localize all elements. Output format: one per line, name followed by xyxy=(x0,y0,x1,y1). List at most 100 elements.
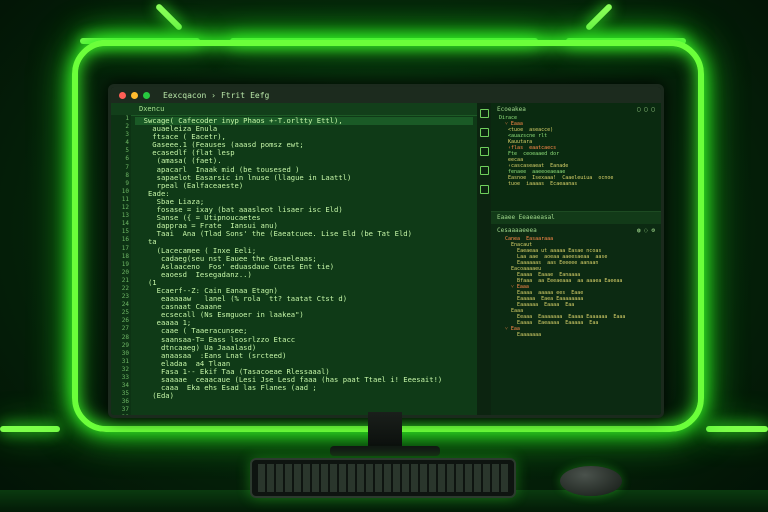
code-line[interactable]: Sbae Liaza; xyxy=(135,198,473,206)
line-number: 28 xyxy=(121,333,129,341)
pane-tools-icon[interactable]: ◍ ◌ ⚙ xyxy=(637,227,655,234)
search-icon[interactable] xyxy=(479,128,489,137)
code-line[interactable]: rpeal (Ealfaceaeste) xyxy=(135,182,473,190)
outline-line: tuoe iaaaas Ecaeaanas xyxy=(499,181,578,187)
monitor-base xyxy=(330,446,440,456)
code-line[interactable]: apacarl Inaak mid (be tousesed ) xyxy=(135,166,473,174)
code-line[interactable]: caae ( Taaeracunsee; xyxy=(135,327,473,335)
terminal-tab[interactable]: Eaaee Eeaeaeasal xyxy=(491,212,661,224)
debug-icon[interactable] xyxy=(479,166,489,175)
monitor-screen: Eexcqacon › Ftrit Eefg Dxencu 1234567891… xyxy=(108,84,664,418)
line-number: 16 xyxy=(121,236,129,244)
window-titlebar: Eexcqacon › Ftrit Eefg xyxy=(111,87,661,103)
line-number: 8 xyxy=(125,171,129,179)
code-line[interactable]: (Lacecamee ( Inxe Eeli; xyxy=(135,247,473,255)
code-line[interactable]: saaaae ceaacaue (Lesi Jse Lesd faaa (has… xyxy=(135,376,473,384)
output-lines: Canea Easaaraaa Enacaut Eaeaeaa ut aaaaa… xyxy=(491,236,661,338)
explorer-icon[interactable] xyxy=(479,109,489,118)
output-pane-header: Cesaaaaeeea ◍ ◌ ⚙ xyxy=(491,224,661,236)
line-number: 2 xyxy=(125,123,129,131)
code-line[interactable]: fosase = ixay (bat aaasleot lisaer isc E… xyxy=(135,206,473,214)
line-number: 31 xyxy=(121,357,129,365)
line-number: 25 xyxy=(121,309,129,317)
line-number: 12 xyxy=(121,204,129,212)
code-line[interactable]: Ecaerf--Z: Cain Eanaa Etagn) xyxy=(135,287,473,295)
title-item-2[interactable]: Ftrit xyxy=(221,91,245,100)
code-line[interactable]: anaasaa :Eans Lnat (srcteed) xyxy=(135,352,473,360)
code-line[interactable]: dtncaaeg) Ua Jaaalasd) xyxy=(135,344,473,352)
line-number: 36 xyxy=(121,398,129,406)
code-line[interactable]: (1 xyxy=(135,279,473,287)
code-line[interactable]: Sanse ({ = Utipnoucaetes xyxy=(135,214,473,222)
code-line[interactable]: dappraa = Frate Iansui anu) xyxy=(135,222,473,230)
line-number: 1 xyxy=(125,115,129,122)
code-line[interactable]: (amasa( (faet). xyxy=(135,157,473,165)
code-line[interactable]: eaoesd Iesegadanz..) xyxy=(135,271,473,279)
side-panels: Ecoeakea ▢ ▢ ▢ Dirace ˅ Eaaa <tuoe aseacc… xyxy=(491,103,661,415)
code-line[interactable]: ecasedlf (flat lesp xyxy=(135,149,473,157)
line-number: 14 xyxy=(121,220,129,228)
line-number: 18 xyxy=(121,252,129,260)
title-item-3[interactable]: Eefg xyxy=(250,91,269,100)
line-number: 35 xyxy=(121,390,129,398)
line-number: 33 xyxy=(121,374,129,381)
code-line[interactable]: Swcage( Cafecoder inyp Phaos +-T.orltty … xyxy=(135,117,473,126)
line-number-gutter: 1 2 3 4 5 6 7 8 9 10 11 12 13 14 15 16 17 18 19 20 21 22 23 24 2… xyxy=(111,115,131,415)
code-line[interactable]: ecsecall (Ns Esmguoer in laakea") xyxy=(135,311,473,319)
code-line[interactable]: Aslaaceno Fos' eduasdaue Cutes Ent tie) xyxy=(135,263,473,271)
code-line[interactable]: caaa Eka ehs Esad las Flanes (aad ; xyxy=(135,384,473,392)
output-pane-title: Cesaaaaeeea xyxy=(497,226,537,234)
code-line[interactable]: casnaat Caaane xyxy=(135,303,473,311)
line-number: 4 xyxy=(125,139,129,147)
line-number: 15 xyxy=(121,228,129,236)
code-editor[interactable]: Dxencu 1 2 3 4 5 6 7 8 9 10 11 12 13 14 15 16 17 18 19 20 21… xyxy=(111,103,477,415)
keyboard-keys xyxy=(258,464,508,492)
code-lines[interactable]: Swcage( Cafecoder inyp Phaos +-T.orltty … xyxy=(135,117,473,418)
code-line[interactable]: sapaelot Easarsic in lnuse (llague in La… xyxy=(135,174,473,182)
code-line[interactable]: ftsace ( Eacetr), xyxy=(135,133,473,141)
neon-light-side-right xyxy=(706,426,768,432)
git-icon[interactable] xyxy=(479,147,489,156)
close-dot-icon[interactable] xyxy=(119,91,126,99)
line-number: 3 xyxy=(125,131,129,139)
code-line[interactable] xyxy=(135,400,473,408)
line-number: 19 xyxy=(121,260,129,268)
code-line[interactable] xyxy=(135,416,473,418)
pane-actions-icon[interactable]: ▢ ▢ ▢ xyxy=(637,106,655,113)
code-line[interactable]: ta xyxy=(135,238,473,246)
line-number: 38 xyxy=(121,414,129,418)
code-line[interactable]: saansaa-T= Eass lsosrlzzo Etacc xyxy=(135,336,473,344)
maximize-dot-icon[interactable] xyxy=(143,91,150,99)
code-line[interactable]: Gaseee.1 (Feauses (aaasd pomsz ewt; xyxy=(135,141,473,149)
line-number: 13 xyxy=(121,212,129,220)
line-number: 21 xyxy=(121,276,129,284)
editor-tab[interactable]: Dxencu xyxy=(111,103,477,116)
code-line[interactable]: Fasa 1-- Ekif Taa (Tasacoeae Rlessaaal) xyxy=(135,368,473,376)
activity-bar xyxy=(477,103,491,415)
mouse xyxy=(560,466,622,496)
neon-light-side-left xyxy=(0,426,60,432)
output-pane[interactable]: Cesaaaaeeea ◍ ◌ ⚙ Canea Easaaraaa Enacaut… xyxy=(491,224,661,415)
code-line[interactable]: eaaaaaw lanel (% rola tt? taatat Ctst d) xyxy=(135,295,473,303)
code-line[interactable]: auaeleiza Enula xyxy=(135,125,473,133)
outline-pane-title: Ecoeakea xyxy=(497,105,526,113)
line-number: 9 xyxy=(125,179,129,187)
code-line[interactable] xyxy=(135,408,473,415)
title-item-1[interactable]: Eexcqacon › xyxy=(163,91,216,100)
code-line[interactable]: Eade: xyxy=(135,190,473,198)
editor-tab-label: Dxencu xyxy=(139,105,165,113)
code-line[interactable]: (Eda) xyxy=(135,392,473,400)
code-line[interactable]: Taai Ana (Tlad Sons' the (Eaeatcuee. Lis… xyxy=(135,230,473,238)
code-line[interactable]: cadaeg(seu nst Eauee the Gasaeleaas; xyxy=(135,255,473,263)
extensions-icon[interactable] xyxy=(479,185,489,194)
code-line[interactable]: eladaa a4 Tlaan xyxy=(135,360,473,368)
terminal-tab-label: Eaaee Eeaeaeasal xyxy=(497,214,555,221)
monitor-stand xyxy=(368,412,402,448)
line-number: 17 xyxy=(121,244,129,252)
code-line[interactable]: eaaaa 1; xyxy=(135,319,473,327)
minimize-dot-icon[interactable] xyxy=(131,91,138,99)
outline-pane[interactable]: Ecoeakea ▢ ▢ ▢ Dirace ˅ Eaaa <tuoe aseacc… xyxy=(491,103,661,212)
output-line: Eaaaaaaa xyxy=(499,332,542,338)
line-number: 11 xyxy=(121,195,129,203)
line-number: 24 xyxy=(121,301,129,309)
